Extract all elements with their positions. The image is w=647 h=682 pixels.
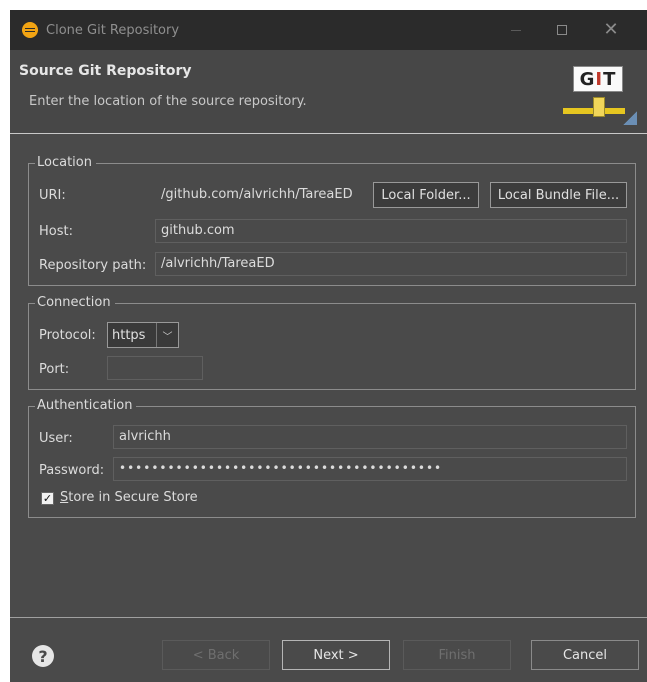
help-icon[interactable]: ? [32,645,54,667]
button-bar: ? < Back Next > Finish Cancel [10,617,647,682]
minimize-icon [511,29,521,31]
repository-path-label: Repository path: [39,258,147,273]
clone-git-repository-dialog: Clone Git Repository ✕ Source Git Reposi… [10,10,647,682]
user-input[interactable]: alvrichh [113,425,627,449]
window-title: Clone Git Repository [46,22,180,38]
protocol-value: https [112,327,146,343]
chevron-down-icon: ﹀ [156,323,178,347]
cancel-button[interactable]: Cancel [531,640,639,670]
maximize-button[interactable] [539,10,585,50]
git-logo: GIT [563,63,643,129]
title-bar[interactable]: Clone Git Repository ✕ [10,10,647,50]
authentication-legend: Authentication [35,398,137,414]
protocol-select[interactable]: https ﹀ [107,322,179,348]
user-label: User: [39,431,73,446]
page-description: Enter the location of the source reposit… [29,94,307,109]
uri-input[interactable]: /github.com/alvrichh/TareaED [155,183,368,207]
store-secure-label[interactable]: Store in Secure Store [60,490,198,505]
next-button[interactable]: Next > [282,640,390,670]
connection-group: Connection Protocol: https ﹀ Port: [28,295,636,390]
password-label: Password: [39,463,105,478]
git-logo-text: GIT [573,66,623,92]
page-title: Source Git Repository [19,63,192,79]
location-group: Location URI: /github.com/alvrichh/Tarea… [28,155,636,286]
close-icon: ✕ [603,19,619,40]
store-secure-checkbox[interactable]: ✓ [41,492,54,505]
back-button[interactable]: < Back [162,640,270,670]
local-folder-button[interactable]: Local Folder... [373,182,479,208]
uri-label: URI: [39,188,66,203]
authentication-group: Authentication User: alvrichh Password: … [28,398,636,518]
eclipse-icon [22,22,38,38]
maximize-icon [557,25,567,35]
repository-path-input[interactable]: /alvrichh/TareaED [155,252,627,276]
close-button[interactable]: ✕ [588,10,634,50]
connection-legend: Connection [35,295,115,311]
location-legend: Location [35,155,96,171]
minimize-button[interactable] [493,10,539,50]
wizard-header: Source Git Repository Enter the location… [10,50,647,134]
host-input[interactable]: github.com [155,219,627,243]
finish-button[interactable]: Finish [403,640,511,670]
port-label: Port: [39,362,70,377]
password-input[interactable]: •••••••••••••••••••••••••••••••••••••••• [113,457,627,481]
local-bundle-file-button[interactable]: Local Bundle File... [490,182,627,208]
host-label: Host: [39,224,73,239]
port-input[interactable] [107,356,203,380]
protocol-label: Protocol: [39,328,96,343]
